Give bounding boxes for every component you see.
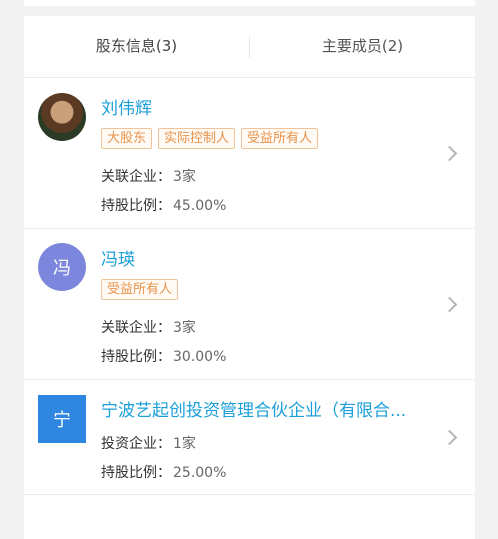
- shareholding-label: 持股比例：: [101, 349, 171, 365]
- shareholding-row: 持股比例： 25.00%: [101, 462, 226, 482]
- tag-list: 受益所有人: [101, 279, 179, 300]
- shareholder-name[interactable]: 宁波艺起创投资管理合伙企业（有限合...: [101, 396, 406, 421]
- shareholding-label: 持股比例：: [101, 198, 171, 214]
- shareholder-item-1[interactable]: 刘伟辉 大股东 实际控制人 受益所有人 关联企业： 3家 持股比例： 45.00%: [24, 78, 475, 229]
- related-companies-value: 3家: [173, 320, 196, 336]
- chevron-right-icon: [441, 296, 458, 313]
- shareholding-label: 持股比例：: [101, 465, 171, 481]
- tab-bar: 股东信息(3) 主要成员(2): [24, 16, 475, 78]
- shareholding-value: 25.00%: [173, 465, 227, 481]
- avatar-photo: [38, 93, 86, 141]
- shareholder-name[interactable]: 冯瑛: [101, 245, 135, 270]
- shareholder-name[interactable]: 刘伟辉: [101, 94, 152, 119]
- shareholder-item-2[interactable]: 冯 冯瑛 受益所有人 关联企业： 3家 持股比例： 30.00%: [24, 229, 475, 380]
- shareholding-value: 30.00%: [173, 349, 227, 365]
- tag-major-shareholder: 大股东: [101, 128, 153, 149]
- related-companies-row: 关联企业： 3家: [101, 317, 196, 337]
- tag-beneficial-owner: 受益所有人: [241, 128, 319, 149]
- invested-companies-row: 投资企业： 1家: [101, 433, 196, 453]
- tag-list: 大股东 实际控制人 受益所有人: [101, 128, 319, 149]
- invested-companies-label: 投资企业：: [101, 436, 171, 452]
- avatar-company: 宁: [38, 395, 86, 443]
- tab-shareholders[interactable]: 股东信息(3): [24, 16, 249, 77]
- related-companies-label: 关联企业：: [101, 169, 171, 185]
- shareholder-item-3[interactable]: 宁 宁波艺起创投资管理合伙企业（有限合... 投资企业： 1家 持股比例： 25.0…: [24, 380, 475, 495]
- previous-card-edge: [24, 0, 475, 6]
- tag-beneficial-owner: 受益所有人: [101, 279, 179, 300]
- tab-key-members[interactable]: 主要成员(2): [250, 16, 475, 77]
- chevron-right-icon: [441, 429, 458, 446]
- related-companies-value: 3家: [173, 169, 196, 185]
- avatar-letter: 冯: [38, 243, 86, 291]
- invested-companies-value: 1家: [173, 436, 196, 452]
- shareholding-row: 持股比例： 30.00%: [101, 346, 226, 366]
- related-companies-label: 关联企业：: [101, 320, 171, 336]
- related-companies-row: 关联企业： 3家: [101, 166, 196, 186]
- chevron-right-icon: [441, 145, 458, 162]
- shareholding-value: 45.00%: [173, 198, 227, 214]
- tag-actual-controller: 实际控制人: [158, 128, 236, 149]
- shareholder-card: 股东信息(3) 主要成员(2) 刘伟辉 大股东 实际控制人 受益所有人 关联企业…: [24, 16, 475, 539]
- shareholding-row: 持股比例： 45.00%: [101, 195, 226, 215]
